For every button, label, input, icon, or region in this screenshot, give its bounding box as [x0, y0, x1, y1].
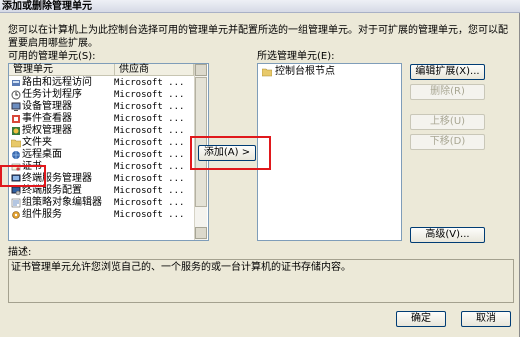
event-viewer-icon: [12, 115, 20, 123]
list-item[interactable]: 组件服务 Microsoft ...: [9, 209, 193, 221]
list-item[interactable]: 文件夹 Microsoft ...: [9, 137, 193, 149]
snapin-name: 远程桌面: [22, 149, 62, 160]
scroll-up-button[interactable]: [195, 64, 207, 76]
advanced-button[interactable]: 高级(V)...: [410, 227, 485, 243]
move-down-button[interactable]: 下移(D): [410, 134, 485, 150]
snapin-vendor: Microsoft ...: [114, 102, 185, 112]
description-text: 证书管理单元允许您浏览自己的、一个服务的或一台计算机的证书存储内容。: [11, 262, 351, 273]
device-manager-icon: [11, 102, 21, 111]
snapin-name: 组策略对象编辑器: [22, 197, 102, 208]
list-item[interactable]: 远程桌面 Microsoft ...: [9, 149, 193, 161]
snapin-vendor: Microsoft ...: [114, 126, 185, 136]
snapin-name: 任务计划程序: [22, 89, 82, 100]
routing-icon: [12, 80, 20, 86]
snapin-vendor: Microsoft ...: [114, 78, 185, 88]
ok-button[interactable]: 确定: [396, 311, 446, 327]
clock-icon: [11, 90, 21, 100]
highlight-box-certificate: [0, 165, 46, 187]
list-item[interactable]: 路由和远程访问 Microsoft ...: [9, 77, 193, 89]
snapin-name: 组件服务: [22, 209, 62, 220]
authorization-manager-icon: [12, 127, 20, 135]
snapin-name: 路由和远程访问: [22, 77, 92, 88]
edit-extensions-button[interactable]: 编辑扩展(X)...: [410, 64, 485, 80]
snapin-name: 授权管理器: [22, 125, 72, 136]
snapin-vendor: Microsoft ...: [114, 162, 185, 172]
snapin-vendor: Microsoft ...: [114, 90, 185, 100]
snapin-name: 设备管理器: [22, 101, 72, 112]
tree-item-label: 控制台根节点: [275, 66, 335, 77]
snapin-name: 文件夹: [22, 137, 52, 148]
highlight-box-add: [190, 136, 271, 170]
title-bar: 添加或删除管理单元: [0, 0, 520, 13]
available-snapins-label: 可用的管理单元(S):: [8, 51, 96, 62]
list-item[interactable]: 组策略对象编辑器 Microsoft ...: [9, 197, 193, 209]
description-label: 描述:: [8, 247, 32, 258]
list-item[interactable]: 事件查看器 Microsoft ...: [9, 113, 193, 125]
snapin-vendor: Microsoft ...: [114, 138, 185, 148]
remove-button[interactable]: 删除(R): [410, 84, 485, 100]
window-title: 添加或删除管理单元: [2, 1, 92, 12]
selected-snapins-label: 所选管理单元(E):: [257, 51, 335, 62]
snapin-vendor: Microsoft ...: [114, 114, 185, 124]
description-box: 证书管理单元允许您浏览自己的、一个服务的或一台计算机的证书存储内容。: [8, 259, 514, 303]
list-item[interactable]: 任务计划程序 Microsoft ...: [9, 89, 193, 101]
available-snapins-list[interactable]: 管理单元 供应商 路由和远程访问 Microsoft ... 任务计划程序 Mi…: [8, 63, 209, 241]
component-services-icon: [12, 211, 20, 219]
snapin-vendor: Microsoft ...: [114, 198, 185, 208]
snapin-name: 事件查看器: [22, 113, 72, 124]
intro-text: 您可以在计算机上为此控制台选择可用的管理单元并配置所选的一组管理单元。对于可扩展…: [8, 25, 508, 49]
terminal-config-icon: [11, 186, 21, 196]
folder-icon: [262, 68, 272, 77]
list-item[interactable]: 授权管理器 Microsoft ...: [9, 125, 193, 137]
remote-desktop-icon: [12, 151, 20, 159]
move-up-button[interactable]: 上移(U): [410, 114, 485, 130]
cancel-button[interactable]: 取消: [461, 311, 511, 327]
column-header-vendor[interactable]: 供应商: [115, 64, 194, 76]
folder-icon: [11, 139, 21, 148]
group-policy-icon: [11, 198, 21, 208]
snapin-vendor: Microsoft ...: [114, 186, 185, 196]
snapin-vendor: Microsoft ...: [114, 210, 185, 220]
snapin-vendor: Microsoft ...: [114, 174, 185, 184]
column-header-snapin[interactable]: 管理单元: [9, 64, 115, 76]
scroll-down-button[interactable]: [195, 227, 207, 239]
selected-snapins-list[interactable]: 控制台根节点: [257, 63, 402, 241]
snapin-vendor: Microsoft ...: [114, 150, 185, 160]
list-item[interactable]: 设备管理器 Microsoft ...: [9, 101, 193, 113]
